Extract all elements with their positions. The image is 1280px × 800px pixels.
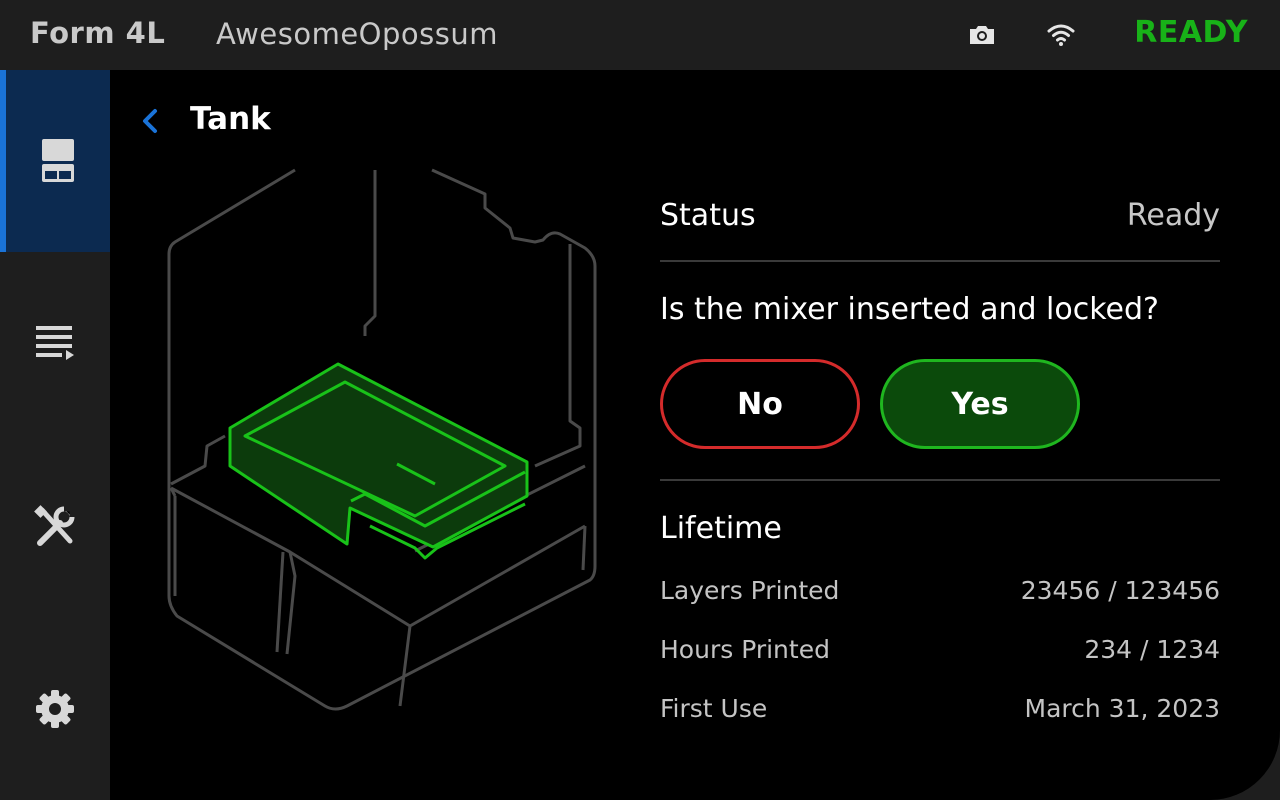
sidebar-item-printer[interactable] — [0, 70, 110, 252]
sidebar-item-queue[interactable] — [0, 252, 110, 434]
camera-icon[interactable] — [967, 20, 997, 50]
stat-label: Hours Printed — [660, 635, 830, 664]
stat-value: 23456 / 123456 — [1020, 576, 1220, 605]
queue-icon — [36, 326, 74, 360]
gear-icon — [36, 690, 74, 728]
back-chevron-icon[interactable] — [138, 106, 162, 136]
stat-value: 234 / 1234 — [1084, 635, 1220, 664]
tools-icon — [34, 505, 75, 546]
status-row: Status Ready — [660, 170, 1220, 262]
divider — [660, 479, 1220, 481]
page-title: Tank — [190, 101, 271, 137]
stat-label: Layers Printed — [660, 576, 840, 605]
printer-status-indicator: READY — [1134, 15, 1248, 50]
printer-icon — [42, 139, 74, 182]
stat-row-layers: Layers Printed 23456 / 123456 — [660, 576, 1220, 605]
stat-value: March 31, 2023 — [1024, 694, 1220, 723]
no-button[interactable]: No — [660, 359, 860, 449]
stat-row-first-use: First Use March 31, 2023 — [660, 694, 1220, 723]
lifetime-heading: Lifetime — [660, 511, 782, 546]
tank-info-panel: Status Ready Is the mixer inserted and l… — [660, 170, 1220, 723]
printer-model: Form 4L — [30, 16, 166, 50]
answer-buttons: No Yes — [660, 359, 1220, 449]
top-bar: Form 4L AwesomeOpossum READY — [0, 0, 1280, 70]
status-label: Status — [660, 197, 756, 233]
stat-label: First Use — [660, 694, 768, 723]
main-content: Tank Status Ready Is the mixer inserted … — [110, 70, 1280, 800]
sidebar — [0, 70, 110, 800]
stat-row-hours: Hours Printed 234 / 1234 — [660, 635, 1220, 664]
sidebar-item-tools[interactable] — [0, 435, 110, 617]
mixer-illustration — [167, 168, 597, 711]
printer-name: AwesomeOpossum — [216, 17, 498, 51]
status-value: Ready — [1126, 197, 1220, 233]
mixer-question: Is the mixer inserted and locked? — [660, 292, 1159, 327]
wifi-icon — [1047, 24, 1075, 46]
yes-button[interactable]: Yes — [880, 359, 1080, 449]
sidebar-item-settings[interactable] — [0, 618, 110, 800]
